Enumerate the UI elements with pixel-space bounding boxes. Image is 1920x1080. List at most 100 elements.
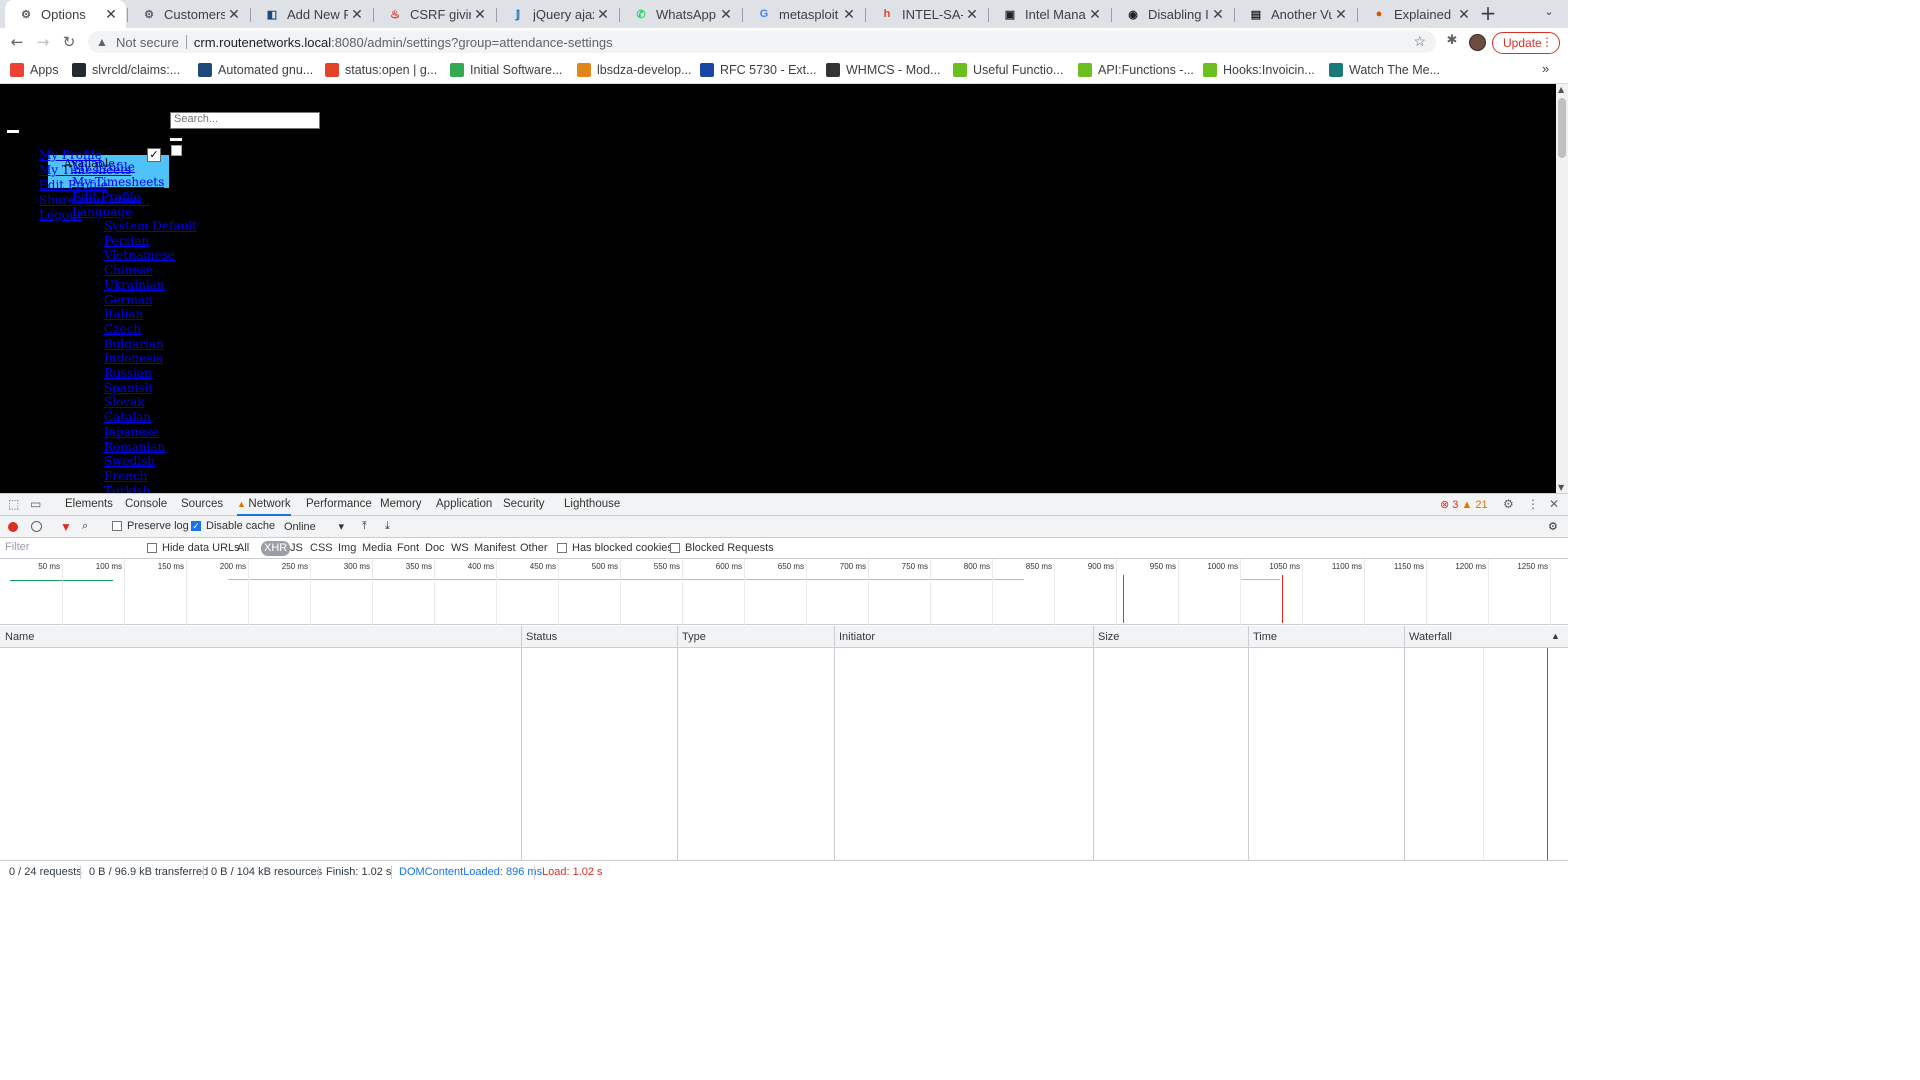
browser-tab[interactable]: h INTEL-SA-0✕ — [866, 0, 987, 28]
language-option-link[interactable]: Turkish — [104, 484, 150, 493]
column-header-type[interactable]: Type — [682, 631, 706, 643]
blocked-requests-checkbox[interactable]: Blocked Requests — [670, 542, 774, 554]
bookmark-item[interactable]: slvrcld/claims:... — [72, 61, 180, 79]
filter-type-manifest[interactable]: Manifest — [474, 542, 516, 554]
throttling-select[interactable]: Online ▾ — [284, 520, 344, 534]
browser-tab[interactable]: ◉ Disabling In✕ — [1112, 0, 1233, 28]
close-tab-icon[interactable]: ✕ — [717, 6, 735, 23]
close-tab-icon[interactable]: ✕ — [225, 6, 243, 23]
bookmark-item[interactable]: Watch The Me... — [1329, 61, 1440, 79]
filter-type-xhr[interactable]: XHR — [261, 541, 291, 556]
bookmark-item[interactable]: WHMCS - Mod... — [826, 61, 940, 79]
devtools-tab-network[interactable]: ▲ Network — [237, 498, 291, 516]
close-tab-icon[interactable]: ✕ — [594, 6, 612, 23]
devtools-tab-performance[interactable]: Performance — [306, 498, 372, 510]
browser-tab[interactable]: ● Explained —✕ — [1358, 0, 1479, 28]
browser-tab[interactable]: ▤ Another Vul ✕ — [1235, 0, 1356, 28]
language-option-link[interactable]: German — [104, 293, 153, 307]
devtools-tab-elements[interactable]: Elements — [65, 498, 113, 510]
close-tab-icon[interactable]: ✕ — [471, 6, 489, 23]
language-option-link[interactable]: Russian — [104, 366, 152, 380]
column-header-waterfall[interactable]: Waterfall — [1409, 631, 1452, 643]
language-option-link[interactable]: French — [104, 469, 147, 483]
import-har-icon[interactable]: ⤒ — [362, 520, 367, 533]
filter-type-css[interactable]: CSS — [310, 542, 333, 554]
devtools-tab-sources[interactable]: Sources — [181, 498, 223, 510]
filter-type-js[interactable]: JS — [290, 542, 303, 554]
bookmark-item[interactable]: Automated gnu... — [198, 61, 313, 79]
language-option-link[interactable]: Slovak — [104, 395, 145, 409]
devtools-tab-application[interactable]: Application — [436, 498, 492, 510]
filter-type-font[interactable]: Font — [397, 542, 419, 554]
column-header-status[interactable]: Status — [526, 631, 557, 643]
close-tab-icon[interactable]: ✕ — [963, 6, 981, 23]
bookmark-item[interactable]: API:Functions -... — [1078, 61, 1194, 79]
bookmark-item[interactable]: RFC 5730 - Ext... — [700, 61, 817, 79]
page-scrollbar[interactable]: ▲ ▼ — [1556, 84, 1568, 493]
availability-toggle-checkbox[interactable]: ✓ — [147, 148, 161, 162]
close-tab-icon[interactable]: ✕ — [348, 6, 366, 23]
dropdown-menu-link[interactable]: Language — [72, 205, 132, 219]
dropdown-menu-link[interactable]: Edit Profile — [72, 190, 141, 204]
settings-gear-icon[interactable]: ⚙ — [1503, 497, 1514, 511]
browser-tab[interactable]: ⚙ Customers ✕ — [128, 0, 249, 28]
clear-button[interactable] — [31, 521, 42, 532]
language-option-link[interactable]: Indonesia — [104, 351, 163, 365]
close-tab-icon[interactable]: ✕ — [1455, 6, 1473, 23]
devtools-tab-lighthouse[interactable]: Lighthouse — [564, 498, 620, 510]
extensions-puzzle-icon[interactable]: ✱ — [1443, 33, 1461, 51]
filter-type-media[interactable]: Media — [362, 542, 392, 554]
language-option-link[interactable]: Japanese — [104, 425, 159, 439]
devtools-tab-console[interactable]: Console — [125, 498, 167, 510]
language-option-link[interactable]: Czech — [104, 322, 141, 336]
language-option-link[interactable]: Persian — [104, 234, 149, 248]
issues-counter[interactable]: ⊗ 3 ▲ 21 — [1440, 498, 1488, 511]
filter-type-ws[interactable]: WS — [451, 542, 469, 554]
filter-type-doc[interactable]: Doc — [425, 542, 445, 554]
language-option-link[interactable]: Swedish — [104, 454, 155, 468]
more-options-icon[interactable]: ⋮ — [1527, 497, 1539, 511]
small-button[interactable] — [170, 138, 182, 141]
network-overview-timeline[interactable]: 50 ms 100 ms 150 ms 200 ms 250 ms 300 ms 350 m… — [0, 559, 1568, 625]
dropdown-menu-link[interactable]: My Profile — [72, 160, 135, 174]
tab-search-button[interactable]: ⌄ — [1540, 5, 1558, 23]
language-option-link[interactable]: Spanish — [104, 381, 153, 395]
filter-input[interactable]: Filter — [2, 541, 136, 556]
browser-tab[interactable]: ◧ Add New Pr✕ — [251, 0, 372, 28]
inspect-element-icon[interactable]: ⬚ — [8, 497, 19, 511]
network-settings-icon[interactable]: ⚙ — [1548, 520, 1558, 533]
scrollbar-thumb[interactable] — [1558, 98, 1566, 158]
profile-avatar[interactable] — [1469, 34, 1486, 51]
browser-tab[interactable]: ▣ Intel Manag✕ — [989, 0, 1110, 28]
sort-ascending-icon[interactable]: ▲ — [1551, 631, 1560, 641]
browser-tab[interactable]: ✆ WhatsApp ✕ — [620, 0, 741, 28]
bookmark-item[interactable]: Apps — [10, 61, 59, 79]
preserve-log-checkbox[interactable]: Preserve log — [112, 520, 189, 532]
browser-tab[interactable]: Gmetasploit h✕ — [743, 0, 864, 28]
close-tab-icon[interactable]: ✕ — [102, 6, 120, 23]
filter-type-all[interactable]: All — [237, 542, 249, 554]
devtools-tab-security[interactable]: Security — [503, 498, 545, 510]
language-option-link[interactable]: Ukrainian — [104, 278, 165, 292]
bookmark-item[interactable]: lbsdza-develop... — [577, 61, 692, 79]
browser-tab[interactable]: ♨ CSRF giving✕ — [374, 0, 495, 28]
device-toolbar-icon[interactable]: ▭ — [30, 497, 41, 511]
language-option-link[interactable]: Vietnamese — [104, 248, 175, 262]
language-option-link[interactable]: Chinese — [104, 263, 153, 277]
export-har-icon[interactable]: ⤓ — [385, 520, 390, 533]
reload-button[interactable]: ↻ — [58, 31, 80, 53]
bookmark-item[interactable]: Initial Software... — [450, 61, 562, 79]
language-option-link[interactable]: System Default — [104, 219, 197, 233]
search-icon[interactable]: ⌕ — [82, 520, 88, 533]
update-button[interactable]: Update ⋮ — [1492, 32, 1560, 54]
filter-icon[interactable]: ▼ — [60, 520, 72, 534]
close-tab-icon[interactable]: ✕ — [840, 6, 858, 23]
close-tab-icon[interactable]: ✕ — [1332, 6, 1350, 23]
language-option-link[interactable]: Italian — [104, 307, 143, 321]
filter-type-other[interactable]: Other — [520, 542, 548, 554]
bookmark-item[interactable]: Hooks:Invoicin... — [1203, 61, 1315, 79]
browser-tab[interactable]: 𝕁jQuery ajax()✕ — [497, 0, 618, 28]
language-option-link[interactable]: Bulgarian — [104, 337, 164, 351]
scroll-down-icon[interactable]: ▼ — [1558, 483, 1564, 492]
new-tab-button[interactable]: + — [1478, 2, 1498, 26]
